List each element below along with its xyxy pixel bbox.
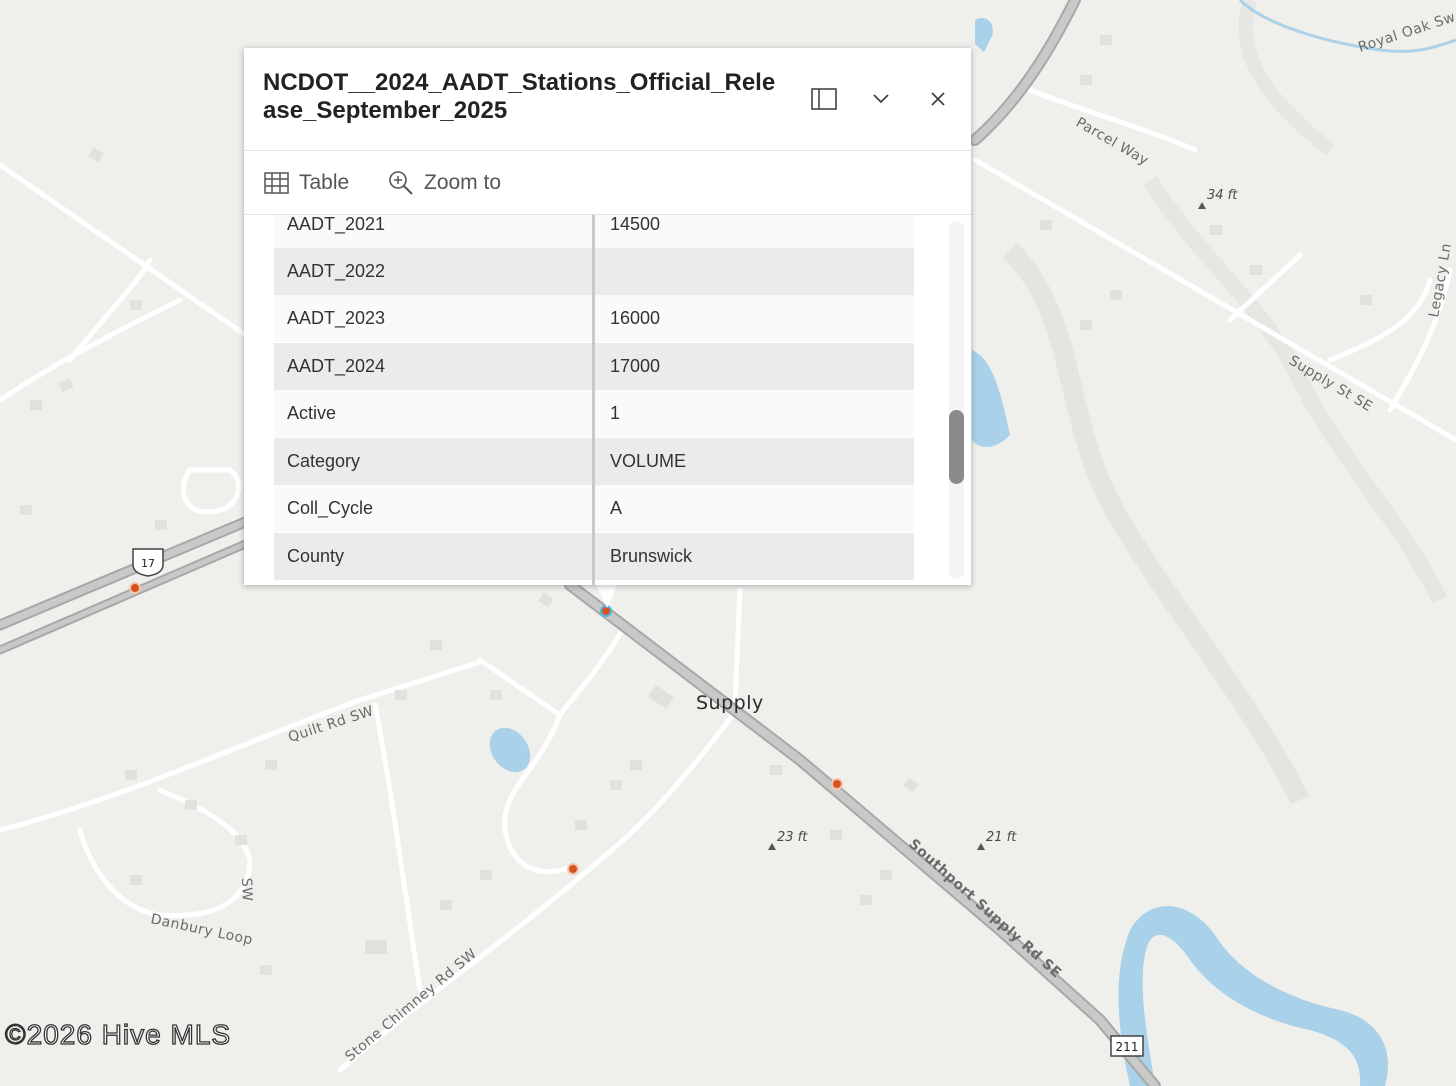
field-value: 1 xyxy=(610,403,621,423)
table-icon xyxy=(264,172,289,194)
field-value: Brunswick xyxy=(610,546,693,566)
nc-211-shield-icon: 211 xyxy=(1110,1035,1144,1057)
attribute-table[interactable]: AADT_2021 14500 AADT_2022 AADT_2023 1600… xyxy=(244,215,971,585)
zoom-to-action-label: Zoom to xyxy=(424,171,502,194)
popup-title: NCDOT__2024_AADT_Stations_Official_Relea… xyxy=(263,69,776,124)
road-label-danbury-loop: Danbury Loop xyxy=(149,911,254,948)
table-action-label: Table xyxy=(299,171,350,194)
station-marker[interactable] xyxy=(129,582,141,594)
aadt-station-markers xyxy=(129,582,843,875)
copyright-watermark: ©2026 Hive MLS xyxy=(4,1018,232,1050)
road-label-southport-supply: Southport Supply Rd SE xyxy=(905,836,1064,981)
nc-211-shield-label: 211 xyxy=(1116,1040,1139,1054)
field-name: AADT_2021 xyxy=(287,215,386,234)
station-marker[interactable] xyxy=(831,778,843,790)
feature-popup: NCDOT__2024_AADT_Stations_Official_Relea… xyxy=(244,48,971,585)
elevation-label-23: 23 ft xyxy=(777,830,808,845)
chevron-down-icon xyxy=(873,94,889,104)
road-label-stone-chimney: Stone Chimney Rd SW xyxy=(342,946,480,1065)
field-value: VOLUME xyxy=(610,451,687,471)
us-17-shield-icon: 17 xyxy=(132,548,164,577)
zoom-in-icon xyxy=(389,171,413,195)
close-button[interactable] xyxy=(920,82,956,116)
close-icon xyxy=(931,92,945,106)
scrollbar-track[interactable] xyxy=(949,221,964,579)
elevation-label-34: 34 ft xyxy=(1207,188,1238,203)
us-17-shield-label: 17 xyxy=(141,557,155,570)
field-name: County xyxy=(287,546,345,566)
road-label-royal-oak: Royal Oak Sw xyxy=(1356,9,1456,56)
popup-header: NCDOT__2024_AADT_Stations_Official_Relea… xyxy=(244,48,971,151)
field-name: AADT_2023 xyxy=(287,308,386,328)
field-name: AADT_2024 xyxy=(287,356,386,376)
popup-pointer xyxy=(596,584,618,608)
scrollbar-thumb[interactable] xyxy=(949,410,964,484)
dock-button[interactable] xyxy=(806,82,842,116)
field-value: A xyxy=(610,498,623,518)
field-value: 14500 xyxy=(610,215,661,234)
road-label-parcel-way: Parcel Way xyxy=(1073,115,1151,170)
zoom-to-action[interactable]: Zoom to xyxy=(388,168,501,198)
road-label-danbury-sw: SW xyxy=(238,878,255,902)
table-action[interactable]: Table xyxy=(264,168,349,198)
popup-actions: Table Zoom to xyxy=(244,151,971,215)
field-name: Coll_Cycle xyxy=(287,498,374,518)
field-name: Active xyxy=(287,403,337,423)
town-label-supply: Supply xyxy=(696,692,764,714)
column-divider xyxy=(592,215,595,585)
dock-icon xyxy=(811,88,837,110)
field-name: Category xyxy=(287,451,361,471)
station-marker[interactable] xyxy=(567,863,579,875)
field-name: AADT_2022 xyxy=(287,261,386,281)
field-value: 16000 xyxy=(610,308,661,328)
elevation-label-21: 21 ft xyxy=(986,830,1017,845)
collapse-button[interactable] xyxy=(863,82,899,116)
field-value: 17000 xyxy=(610,356,661,376)
